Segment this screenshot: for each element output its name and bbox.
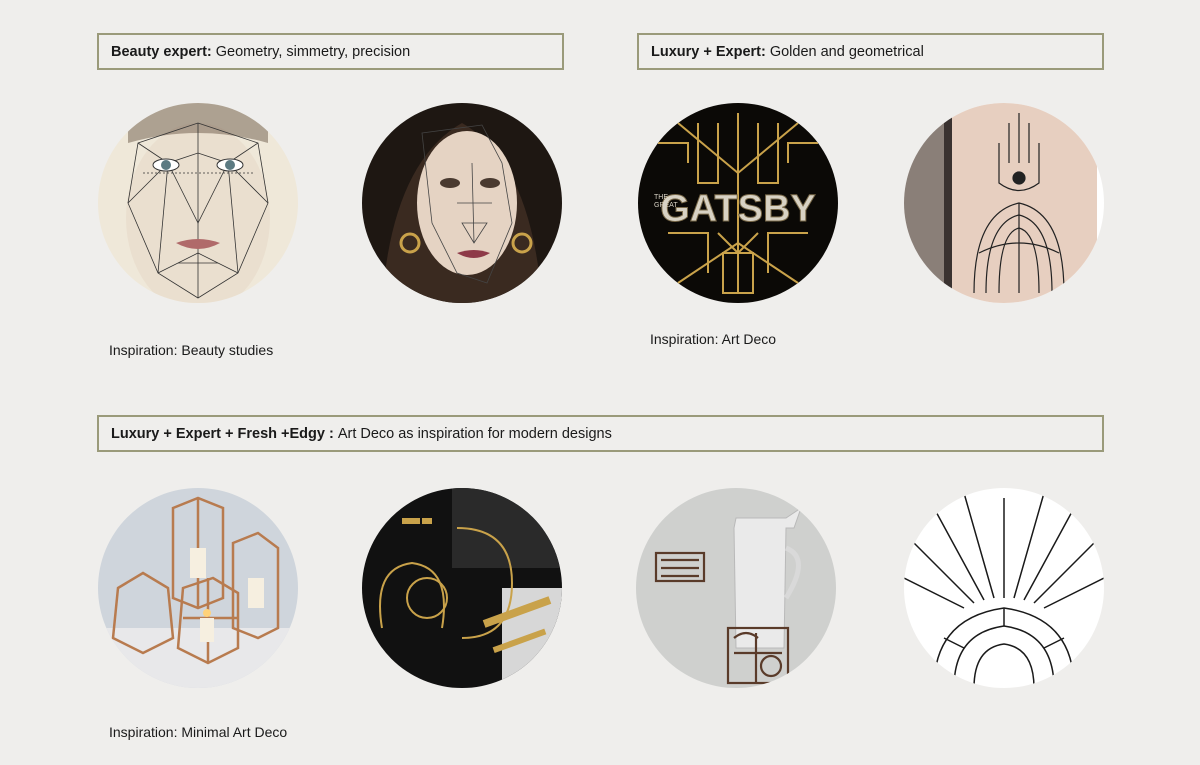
art-deco-sunburst-image (904, 488, 1104, 688)
woman-portrait-image (362, 103, 562, 303)
art-deco-tattoo-image (904, 103, 1104, 303)
gatsby-the-text: THE (654, 194, 668, 201)
caption-beauty-studies: Inspiration: Beauty studies (109, 342, 274, 358)
copper-lanterns-image (98, 488, 298, 688)
section-label-beauty: Beauty expert: Geometry, simmetry, preci… (97, 33, 564, 70)
gatsby-art-deco-image: GATSBY THE GREAT (638, 103, 838, 303)
caption-minimal-art-deco: Inspiration: Minimal Art Deco (109, 724, 288, 740)
section-desc-fresh: Art Deco as inspiration for modern desig… (337, 425, 612, 442)
section-title-beauty: Beauty expert: (111, 43, 212, 60)
black-gold-deco-image (362, 488, 562, 688)
section-desc-beauty: Geometry, simmetry, precision (215, 43, 411, 60)
ceramic-pitcher-image (636, 488, 836, 688)
face-geometry-image (98, 103, 298, 303)
section-title-fresh: Luxury + Expert + Fresh +Edgy : (111, 425, 334, 442)
gatsby-title-text: GATSBY (660, 188, 816, 230)
gatsby-great-text: GREAT (654, 202, 678, 209)
caption-art-deco: Inspiration: Art Deco (650, 331, 777, 347)
section-desc-luxury: Golden and geometrical (769, 43, 924, 60)
section-label-luxury: Luxury + Expert: Golden and geometrical (637, 33, 1104, 70)
section-title-luxury: Luxury + Expert: (651, 43, 766, 60)
section-label-fresh: Luxury + Expert + Fresh +Edgy : Art Deco… (97, 415, 1104, 452)
